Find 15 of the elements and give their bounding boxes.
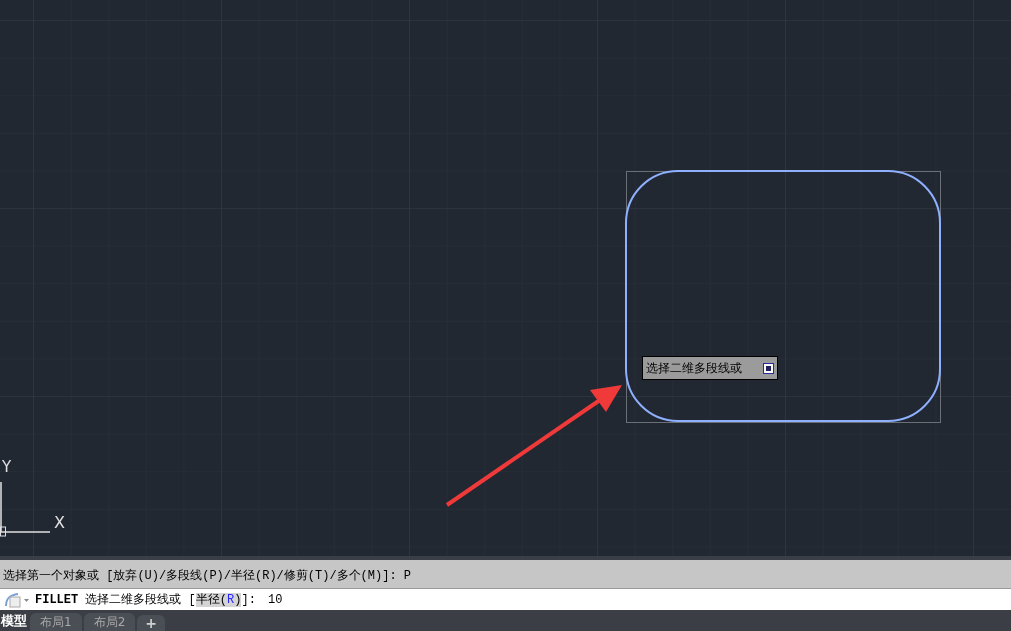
command-line-field[interactable]: FILLET 选择二维多段线或 [半径(R)]: 10 xyxy=(0,588,1011,610)
ucs-axes-icon xyxy=(0,481,51,537)
command-icon[interactable] xyxy=(4,591,30,608)
command-prompt: FILLET 选择二维多段线或 [半径(R)]: xyxy=(35,591,257,609)
add-tab-button[interactable]: + xyxy=(137,615,165,631)
expand-icon[interactable] xyxy=(763,362,774,374)
tooltip-text: 选择二维多段线或 xyxy=(646,360,742,377)
arrow-icon xyxy=(445,385,622,507)
layout-tab[interactable]: 布局2 xyxy=(83,613,136,631)
layout-tab[interactable]: 布局1 xyxy=(30,613,82,631)
drawing-canvas[interactable]: 选择二维多段线或 Y X xyxy=(0,0,1011,556)
command-input-value: 10 xyxy=(268,591,283,609)
command-history-line: 选择第一个对象或 [放弃(U)/多段线(P)/半径(R)/修剪(T)/多个(M)]: P xyxy=(3,568,412,585)
y-axis-label: Y xyxy=(2,460,12,475)
x-axis-label: X xyxy=(54,515,65,531)
